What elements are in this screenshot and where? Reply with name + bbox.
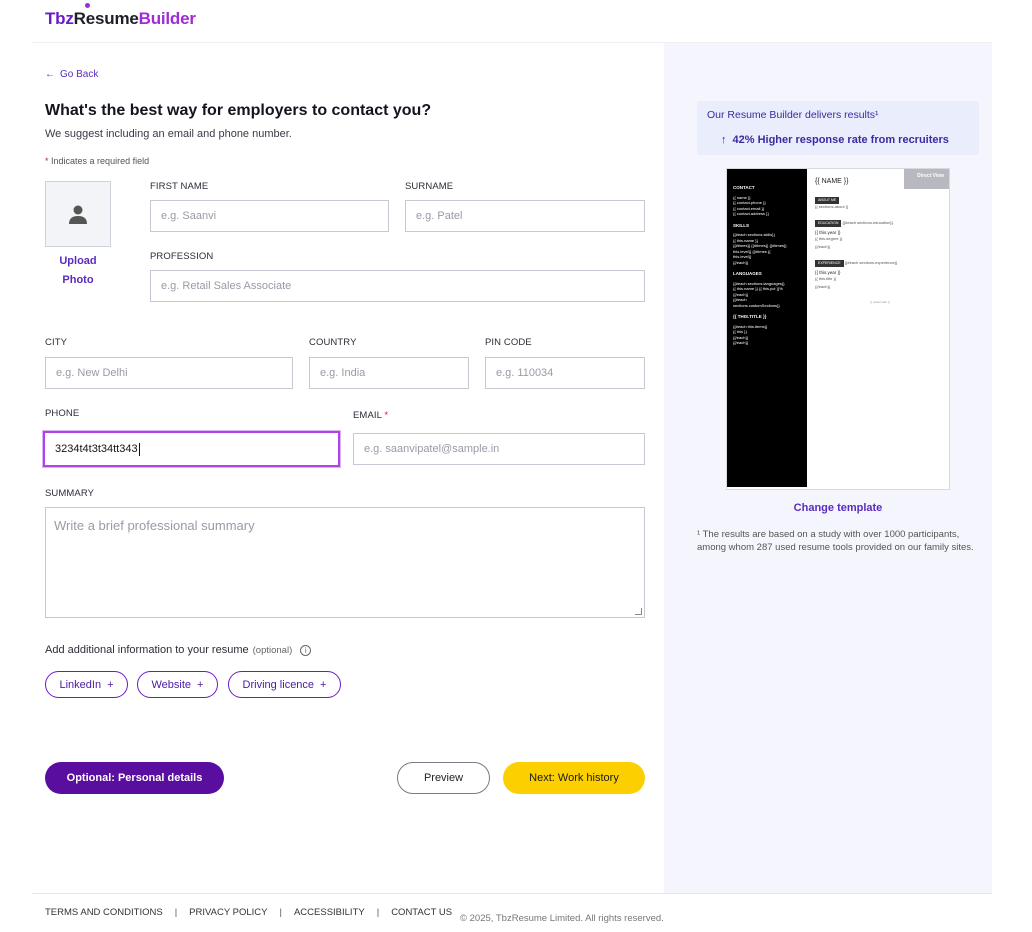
summary-textarea[interactable]: Write a brief professional summary [45,507,645,618]
info-icon[interactable]: i [300,644,312,656]
summary-label: Summary [45,488,95,499]
go-back-link[interactable]: ← Go Back [45,69,98,80]
direct-view-badge: Direct View [904,169,949,189]
country-input[interactable]: e.g. India [309,357,469,389]
email-label: Email * [353,410,389,421]
plus-icon: + [107,678,114,691]
profession-label: Profession [150,251,214,262]
city-label: City [45,337,68,348]
logo[interactable]: TbzResumeBuilder [45,9,196,29]
surname-input[interactable]: e.g. Patel [405,200,645,232]
text-caret [138,442,140,456]
preview-button[interactable]: Preview [397,762,490,794]
next-work-history-button[interactable]: Next: Work history [503,762,645,794]
accessibility-link[interactable]: ACCESSIBILITY [294,907,365,918]
arrow-up-icon: ↑ [721,134,727,146]
profession-input[interactable]: e.g. Retail Sales Associate [150,270,645,302]
city-input[interactable]: e.g. New Delhi [45,357,293,389]
required-star: * [45,156,49,166]
phone-label: Phone [45,408,80,419]
preview-sidebar: CONTACT {{ name }} {{ contact.phone }} {… [727,169,807,487]
change-template-link[interactable]: Change template [697,502,979,514]
page-title: What's the best way for employers to con… [45,102,432,119]
first-name-input[interactable]: e.g. Saanvi [150,200,389,232]
user-silhouette-icon [69,205,87,224]
page-subtitle: We suggest including an email and phone … [45,128,292,140]
required-star: * [384,410,389,421]
pin-code-input[interactable]: e.g. 110034 [485,357,645,389]
copyright: © 2025, TbzResume Limited. All rights re… [460,913,664,924]
plus-icon: + [197,678,204,691]
logo-dot [85,3,90,8]
resize-grip-icon[interactable] [635,608,642,615]
terms-link[interactable]: TERMS AND CONDITIONS [45,907,163,918]
photo-placeholder[interactable] [45,181,111,247]
country-label: Country [309,337,357,348]
results-footnote: ¹ The results are based on a study with … [697,529,974,553]
arrow-left-icon: ← [45,69,55,80]
contact-us-link[interactable]: CONTACT US [391,907,452,918]
footer-links: TERMS AND CONDITIONS | PRIVACY POLICY | … [45,907,453,918]
footer-divider [32,893,992,894]
first-name-label: First name [150,181,209,192]
add-linkedin-button[interactable]: LinkedIn + [45,671,128,698]
preview-main: {{ NAME }} ABOUT ME {{ sections.about }}… [815,178,898,304]
site-header: TbzResumeBuilder [0,0,1032,43]
add-driving-licence-button[interactable]: Driving licence + [228,671,341,698]
required-note: * Indicates a required field [45,156,150,166]
surname-label: Surname [405,181,454,192]
upload-photo-link[interactable]: Upload Photo [48,252,108,290]
resume-template-preview[interactable]: CONTACT {{ name }} {{ contact.phone }} {… [726,168,950,490]
phone-input[interactable]: 3234t4t3t34tt343 [43,431,340,467]
personal-details-button[interactable]: Optional: Personal details [45,762,224,794]
privacy-link[interactable]: PRIVACY POLICY [189,907,267,918]
pin-code-label: Pin code [485,337,532,348]
results-banner: Our Resume Builder delivers results¹ ↑ 4… [697,101,979,155]
additional-info-heading: Add additional information to your resum… [45,644,312,656]
add-website-button[interactable]: Website + [137,671,218,698]
plus-icon: + [320,678,327,691]
email-input[interactable]: e.g. saanvipatel@sample.in [353,433,645,465]
